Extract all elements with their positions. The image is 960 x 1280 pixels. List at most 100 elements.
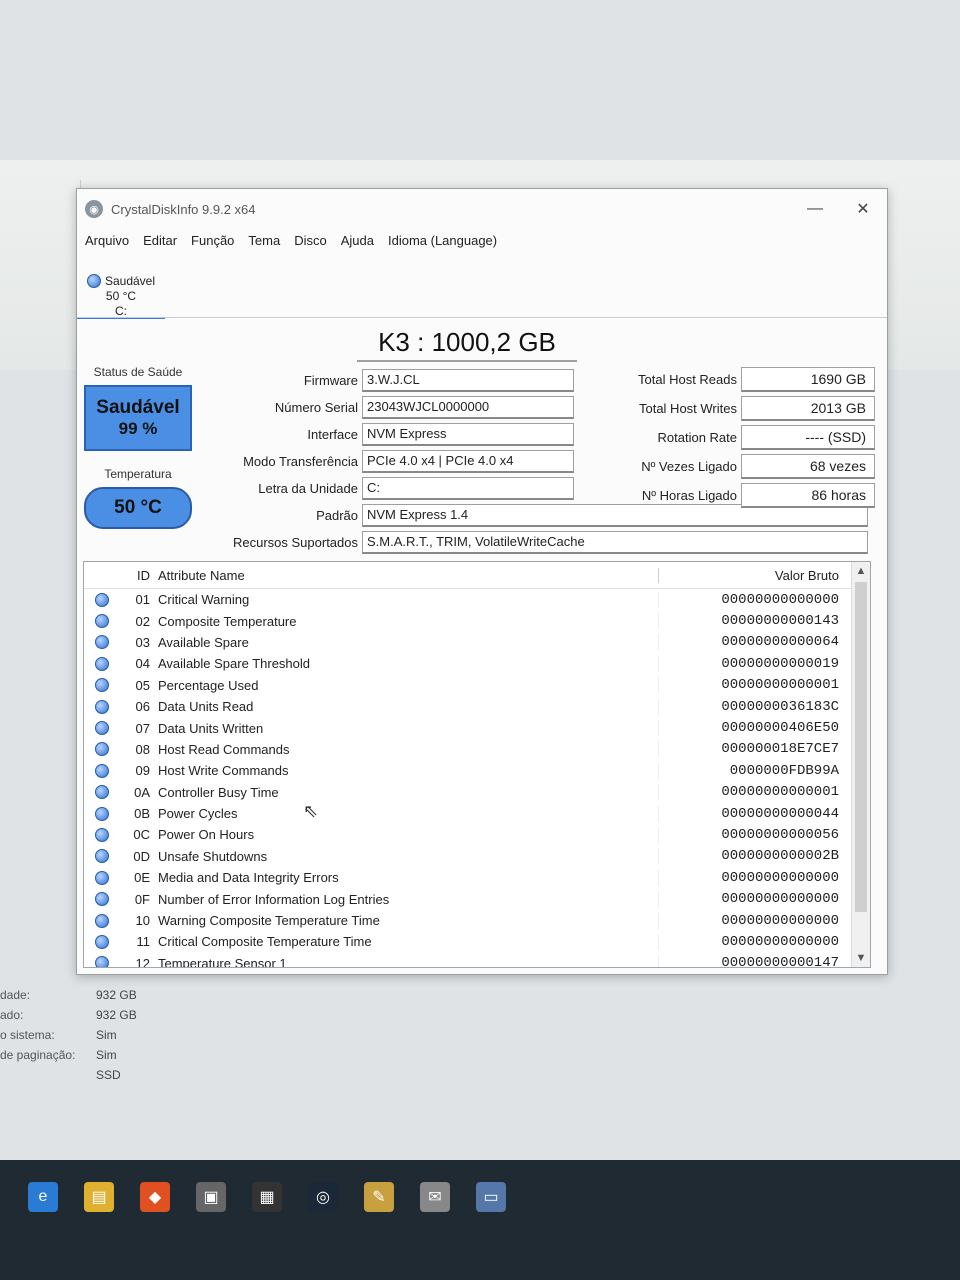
table-row[interactable]: 0A Controller Busy Time 00000000000001 bbox=[84, 782, 870, 803]
epic-icon[interactable]: ▦ bbox=[252, 1182, 282, 1212]
field-label: Interface bbox=[307, 427, 358, 442]
scroll-up-icon[interactable]: ▲ bbox=[852, 562, 870, 580]
scroll-down-icon[interactable]: ▼ bbox=[852, 949, 870, 967]
row-status bbox=[84, 742, 120, 757]
row-raw-value: 00000000000064 bbox=[658, 634, 845, 651]
row-attribute-name: Host Write Commands bbox=[158, 763, 289, 779]
header-id[interactable]: ID bbox=[84, 568, 158, 583]
smart-attributes-table[interactable]: ID Attribute Name Valor Bruto 01 Critical… bbox=[83, 561, 871, 968]
folder-icon[interactable]: ▣ bbox=[196, 1182, 226, 1212]
stat-label: Nº Horas Ligado bbox=[641, 488, 737, 503]
row-status bbox=[84, 956, 120, 967]
temperature-label: Temperatura bbox=[104, 467, 172, 481]
background-info-row: o sistema: Sim bbox=[0, 1025, 137, 1045]
table-row[interactable]: 04 Available Spare Threshold 0000000000001… bbox=[84, 653, 870, 674]
table-row[interactable]: 06 Data Units Read 0000000036183C bbox=[84, 696, 870, 717]
edge-icon[interactable]: e bbox=[28, 1182, 58, 1212]
header-attribute-name[interactable]: Attribute Name bbox=[158, 568, 658, 583]
scroll-thumb[interactable] bbox=[855, 582, 867, 912]
row-status bbox=[84, 913, 120, 928]
network-icon[interactable]: ▭ bbox=[476, 1182, 506, 1212]
row-status bbox=[84, 656, 120, 671]
menu-funcao[interactable]: Função bbox=[191, 233, 234, 248]
app-icon[interactable]: ✎ bbox=[364, 1182, 394, 1212]
stat-label: Total Host Reads bbox=[638, 372, 737, 387]
title-bar[interactable]: ◉ CrystalDiskInfo 9.9.2 x64 — ✕ bbox=[77, 189, 887, 229]
table-row[interactable]: 09 Host Write Commands 0000000FDB99A bbox=[84, 760, 870, 781]
table-row[interactable]: 12 Temperature Sensor 1 00000000000147 bbox=[84, 953, 870, 968]
menu-tema[interactable]: Tema bbox=[248, 233, 280, 248]
row-raw-value: 0000000FDB99A bbox=[658, 762, 845, 779]
taskbar: e ▤ ◆ ▣ ▦ ◎ ✎ ✉ ▭ bbox=[0, 1160, 960, 1280]
header-raw-value[interactable]: Valor Bruto bbox=[658, 567, 845, 583]
brave-icon[interactable]: ◆ bbox=[140, 1182, 170, 1212]
close-button[interactable]: ✕ bbox=[839, 193, 887, 225]
health-label: Status de Saúde bbox=[93, 365, 183, 379]
row-raw-value: 0000000000002B bbox=[658, 848, 845, 865]
row-attribute-name: Temperature Sensor 1 bbox=[158, 955, 287, 968]
row-id: 03 bbox=[135, 634, 150, 650]
table-row[interactable]: 02 Composite Temperature 00000000000143 bbox=[84, 610, 870, 631]
table-row[interactable]: 07 Data Units Written 00000000406E50 bbox=[84, 717, 870, 738]
drive-tab-status: Saudável bbox=[104, 273, 156, 288]
minimize-button[interactable]: — bbox=[791, 193, 839, 225]
row-id: 09 bbox=[135, 763, 150, 779]
menu-editar[interactable]: Editar bbox=[143, 233, 177, 248]
menu-idioma[interactable]: Idioma (Language) bbox=[388, 233, 497, 248]
table-header: ID Attribute Name Valor Bruto bbox=[84, 562, 870, 589]
field-value: 3.W.J.CL bbox=[362, 369, 574, 392]
table-row[interactable]: 0C Power On Hours 00000000000056 bbox=[84, 824, 870, 845]
row-raw-value: 00000000000000 bbox=[658, 869, 845, 886]
field-label: Modo Transferência bbox=[243, 454, 358, 469]
row-status bbox=[84, 699, 120, 714]
stat-total-host-writes: Total Host Writes 2013 GB bbox=[597, 394, 875, 423]
steam-icon[interactable]: ◎ bbox=[308, 1182, 338, 1212]
table-row[interactable]: 08 Host Read Commands 000000018E7CE7 bbox=[84, 739, 870, 760]
row-status bbox=[84, 849, 120, 864]
table-row[interactable]: 10 Warning Composite Temperature Time 0000… bbox=[84, 910, 870, 931]
status-dot-icon bbox=[95, 934, 109, 949]
status-dot-icon bbox=[95, 592, 109, 607]
row-status bbox=[84, 827, 120, 842]
table-row[interactable]: 03 Available Spare 00000000000064 bbox=[84, 632, 870, 653]
stat-rotation-rate: Rotation Rate ---- (SSD) bbox=[597, 423, 875, 452]
table-row[interactable]: 0B Power Cycles 00000000000044 bbox=[84, 803, 870, 824]
background-info-row: de paginação: Sim bbox=[0, 1045, 137, 1065]
row-status bbox=[84, 763, 120, 778]
explorer-icon[interactable]: ▤ bbox=[84, 1182, 114, 1212]
row-attribute-name: Percentage Used bbox=[158, 677, 259, 693]
drive-tab-temp: 50 °C bbox=[105, 288, 137, 303]
mail-icon[interactable]: ✉ bbox=[420, 1182, 450, 1212]
row-attribute-name: Critical Warning bbox=[158, 592, 250, 608]
row-id: 11 bbox=[136, 934, 151, 950]
table-row[interactable]: 0F Number of Error Information Log Entrie… bbox=[84, 888, 870, 909]
temperature-value[interactable]: 50 °C bbox=[84, 487, 192, 529]
menu-disco[interactable]: Disco bbox=[294, 233, 327, 248]
health-status-box[interactable]: Saudável 99 % bbox=[84, 385, 192, 451]
table-row[interactable]: 01 Critical Warning 00000000000000 bbox=[84, 589, 870, 610]
table-scrollbar[interactable]: ▲ ▼ bbox=[851, 562, 870, 967]
table-row[interactable]: 0D Unsafe Shutdowns 0000000000002B bbox=[84, 846, 870, 867]
table-row[interactable]: 05 Percentage Used 00000000000001 bbox=[84, 675, 870, 696]
row-id: 0B bbox=[134, 806, 150, 822]
status-dot-icon bbox=[95, 635, 109, 650]
field-value: PCIe 4.0 x4 | PCIe 4.0 x4 bbox=[362, 450, 574, 473]
menu-arquivo[interactable]: Arquivo bbox=[85, 233, 129, 248]
drive-tab-c[interactable]: Saudável 50 °C C: bbox=[77, 273, 165, 319]
row-attribute-name: Power Cycles bbox=[158, 806, 238, 822]
background-info-row: SSD bbox=[0, 1065, 137, 1085]
menu-bar: Arquivo Editar Função Tema Disco Ajuda I… bbox=[77, 229, 887, 251]
table-row[interactable]: 0E Media and Data Integrity Errors 0000000… bbox=[84, 867, 870, 888]
row-raw-value: 000000018E7CE7 bbox=[658, 741, 845, 758]
drive-title[interactable]: K3 : 1000,2 GB bbox=[357, 327, 577, 362]
menu-ajuda[interactable]: Ajuda bbox=[341, 233, 374, 248]
background-disk-info: dade: 932 GB ado: 932 GB o sistema: Sim de pag… bbox=[0, 985, 137, 1085]
status-dot-icon bbox=[95, 678, 109, 693]
stat-value: 2013 GB bbox=[741, 396, 875, 421]
row-id: 07 bbox=[135, 720, 150, 736]
tab-divider bbox=[77, 317, 887, 318]
table-row[interactable]: 11 Critical Composite Temperature Time 000… bbox=[84, 931, 870, 952]
status-dot-icon bbox=[95, 763, 109, 778]
mouse-cursor-icon: ⇖ bbox=[303, 801, 319, 821]
row-attribute-name: Power On Hours bbox=[158, 827, 255, 843]
